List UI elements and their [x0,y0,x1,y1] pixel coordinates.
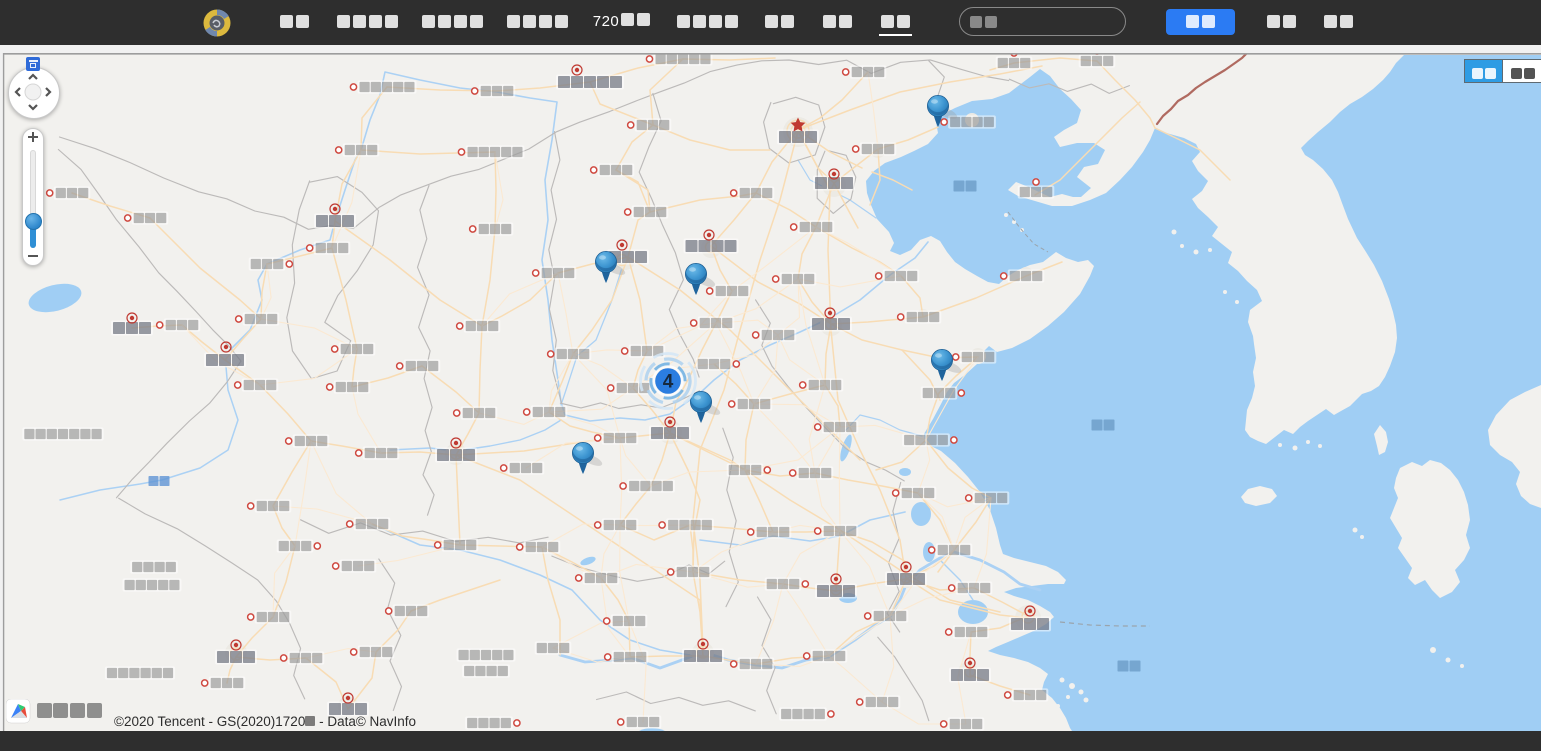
svg-text:4: 4 [663,372,674,393]
